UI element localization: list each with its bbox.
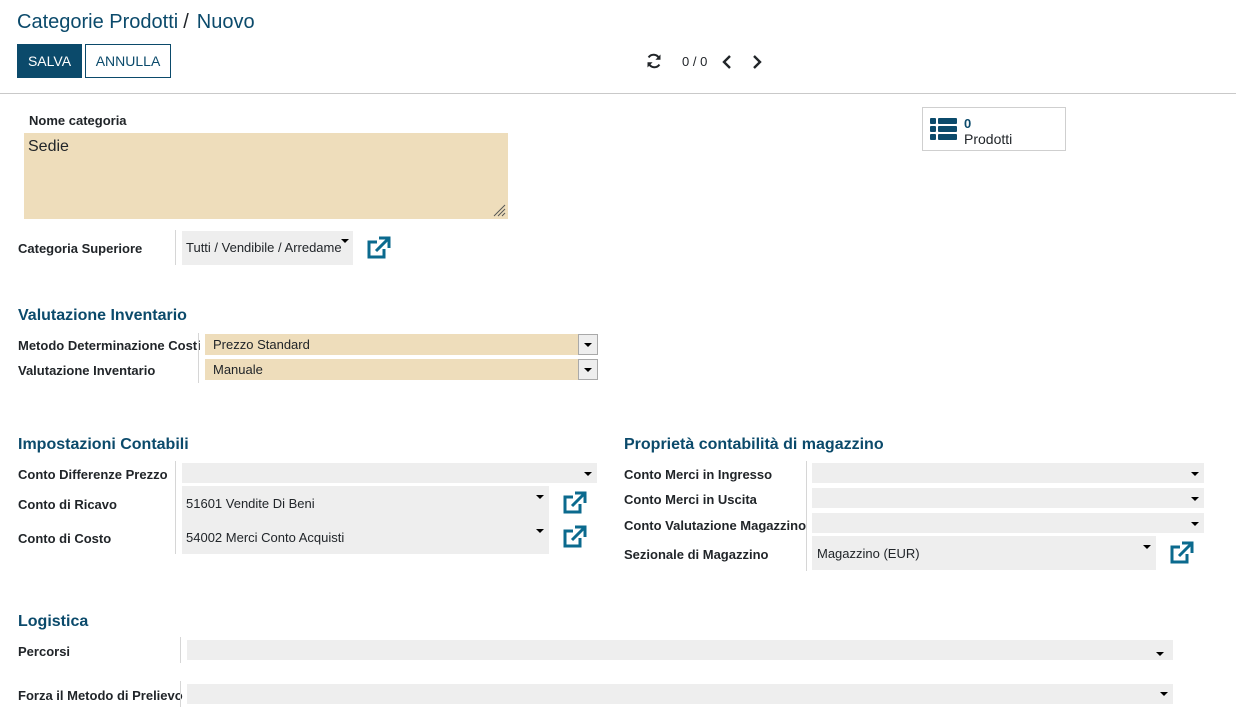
dropdown-caret-icon <box>584 472 592 476</box>
dropdown-caret-icon <box>1191 472 1199 476</box>
products-label: Prodotti <box>964 131 1013 147</box>
cost-method-label: Metodo Determinazione Costi <box>18 338 201 353</box>
field-divider <box>806 461 807 571</box>
cancel-button[interactable]: ANNULLA <box>85 44 171 78</box>
dropdown-caret-icon <box>1156 652 1164 656</box>
external-link-icon[interactable] <box>562 525 587 549</box>
external-link-icon[interactable] <box>366 236 391 260</box>
cost-method-value: Prezzo Standard <box>213 337 310 352</box>
dropdown-caret-icon <box>536 495 544 499</box>
price-diff-select[interactable] <box>182 463 597 483</box>
header-divider <box>0 93 1236 94</box>
income-account-label: Conto di Ricavo <box>18 497 117 512</box>
dropdown-caret-icon <box>1191 497 1199 501</box>
products-count: 0 <box>964 116 972 131</box>
parent-category-value: Tutti / Vendibile / Arredame <box>186 240 342 255</box>
account-settings-title: Impostazioni Contabili <box>18 436 189 453</box>
parent-category-field[interactable]: Tutti / Vendibile / Arredame <box>182 231 353 265</box>
stock-journal-field[interactable]: Magazzino (EUR) <box>812 536 1156 570</box>
expense-account-label: Conto di Costo <box>18 531 112 546</box>
removal-strategy-label: Forza il Metodo di Prelievo <box>18 688 183 703</box>
price-diff-label: Conto Differenze Prezzo <box>18 467 168 482</box>
stock-input-select[interactable] <box>812 463 1204 483</box>
select-arrow-box <box>578 359 598 380</box>
routes-select[interactable] <box>187 640 1173 660</box>
dropdown-caret-icon <box>536 529 544 533</box>
dropdown-caret-icon <box>1160 692 1168 696</box>
products-smart-button[interactable]: 0 Prodotti <box>922 107 1066 151</box>
breadcrumb-parent[interactable]: Categorie Prodotti <box>17 11 178 33</box>
removal-strategy-select[interactable] <box>187 684 1173 704</box>
inventory-valuation-value: Manuale <box>213 362 263 377</box>
select-arrow-box <box>578 334 598 355</box>
save-button[interactable]: SALVA <box>17 44 82 78</box>
list-icon <box>930 118 957 140</box>
chevron-right-icon[interactable] <box>750 53 764 71</box>
name-label: Nome categoria <box>29 113 127 128</box>
breadcrumb-current: Nuovo <box>196 11 255 33</box>
stock-output-label: Conto Merci in Uscita <box>624 492 757 507</box>
parent-category-label: Categoria Superiore <box>18 241 143 256</box>
external-link-icon[interactable] <box>1169 541 1194 565</box>
stock-input-label: Conto Merci in Ingresso <box>624 467 773 482</box>
refresh-icon[interactable] <box>645 52 663 70</box>
category-name-field[interactable]: Sedie <box>24 133 508 219</box>
field-divider <box>198 333 199 383</box>
inventory-valuation-select[interactable]: Manuale <box>205 359 598 380</box>
income-account-value: 51601 Vendite Di Beni <box>186 496 315 511</box>
valuation-label: Valutazione Inventario <box>18 363 156 378</box>
cost-method-select[interactable]: Prezzo Standard <box>205 334 598 355</box>
field-divider <box>180 681 181 707</box>
dropdown-caret-icon <box>341 239 349 243</box>
routes-label: Percorsi <box>18 644 71 659</box>
logistics-title: Logistica <box>18 613 89 630</box>
stock-valuation-select[interactable] <box>812 513 1204 533</box>
chevron-left-icon[interactable] <box>720 53 734 71</box>
dropdown-caret-icon <box>1191 522 1199 526</box>
breadcrumb-separator: / <box>183 11 189 33</box>
breadcrumb: Categorie Prodotti / Nuovo <box>17 11 255 34</box>
income-account-field[interactable]: 51601 Vendite Di Beni <box>182 486 549 520</box>
field-divider <box>180 637 181 663</box>
resize-handle-icon[interactable] <box>492 203 506 217</box>
category-name-value: Sedie <box>28 138 69 155</box>
external-link-icon[interactable] <box>562 491 587 515</box>
stock-output-select[interactable] <box>812 488 1204 508</box>
stock-accounting-title: Proprietà contabilità di magazzino <box>624 436 884 453</box>
stock-journal-label: Sezionale di Magazzino <box>624 547 769 562</box>
expense-account-value: 54002 Merci Conto Acquisti <box>186 530 345 545</box>
field-divider <box>175 230 176 265</box>
expense-account-field[interactable]: 54002 Merci Conto Acquisti <box>182 520 549 554</box>
stock-valuation-label: Conto Valutazione Magazzino <box>624 518 807 533</box>
inventory-valuation-title: Valutazione Inventario <box>18 307 187 324</box>
stock-journal-value: Magazzino (EUR) <box>817 546 920 561</box>
field-divider <box>175 461 176 554</box>
dropdown-caret-icon <box>1143 545 1151 549</box>
pager-value: 0 / 0 <box>682 54 708 69</box>
